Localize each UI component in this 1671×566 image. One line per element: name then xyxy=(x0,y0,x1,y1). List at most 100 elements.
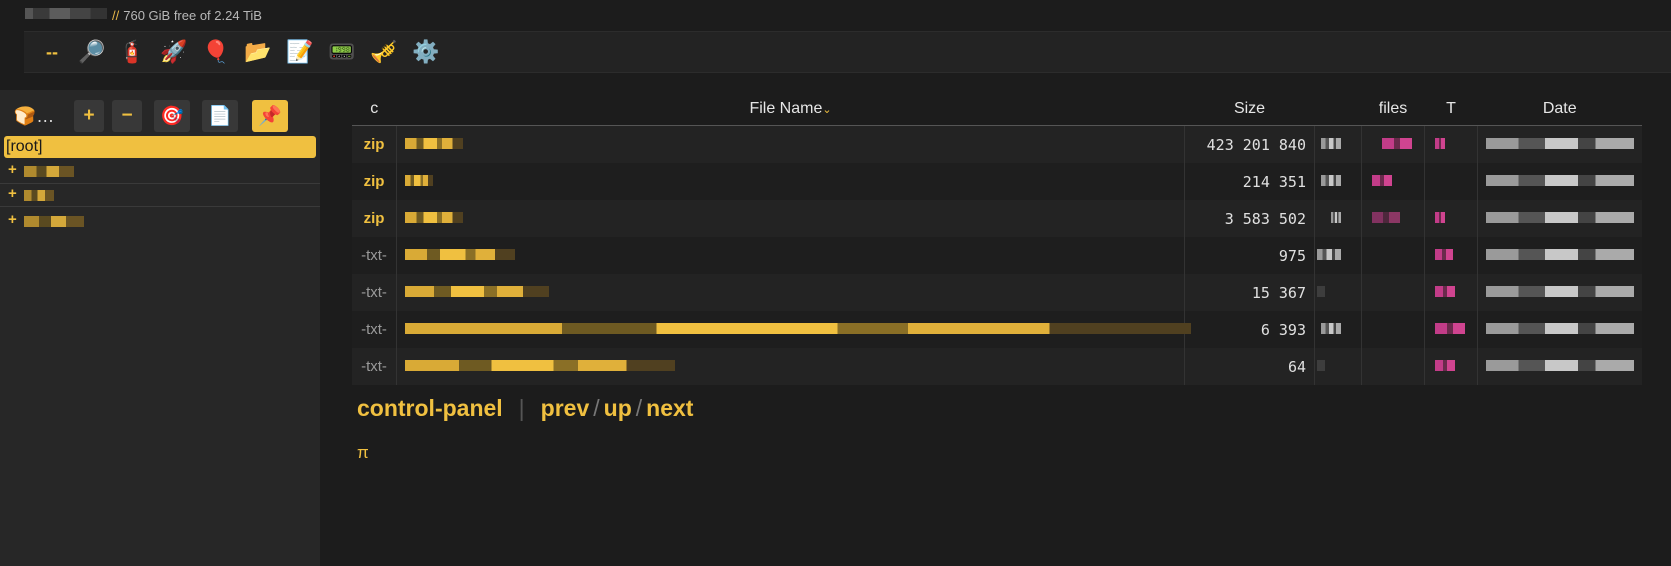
redacted-cell xyxy=(1314,311,1362,348)
redacted-text xyxy=(1486,286,1634,297)
file-name-redacted[interactable] xyxy=(396,163,1185,200)
table-row[interactable]: -txt- 975 xyxy=(352,237,1642,274)
redacted-tag xyxy=(1435,138,1445,149)
file-type: zip xyxy=(352,163,397,200)
target-icon[interactable]: 🎯 xyxy=(154,100,190,132)
file-name-header-label: File Name xyxy=(749,100,823,117)
redacted-cell xyxy=(1424,200,1478,237)
redacted-cell xyxy=(1314,237,1362,274)
gear-icon[interactable]: ⚙️ xyxy=(410,36,442,68)
redacted-text xyxy=(1486,249,1634,260)
pin-icon[interactable]: 📌 xyxy=(252,100,288,132)
file-name-redacted[interactable] xyxy=(396,274,1185,311)
table-row[interactable]: -txt- 6 393 xyxy=(352,311,1642,348)
redacted-cell xyxy=(1424,163,1478,200)
dashes-icon[interactable]: -- xyxy=(36,36,68,68)
trumpet-icon[interactable]: 🎺 xyxy=(368,36,400,68)
terminal-icon[interactable]: 📟 xyxy=(326,36,358,68)
redacted-text xyxy=(405,212,463,223)
redacted-text xyxy=(1486,323,1634,334)
file-type: zip xyxy=(352,200,397,237)
folder-icon[interactable]: 📂 xyxy=(242,36,274,68)
redacted-text xyxy=(1321,175,1341,186)
redacted-text xyxy=(1331,212,1341,223)
collapse-button[interactable]: − xyxy=(112,100,142,132)
tree-root[interactable]: [root] xyxy=(4,136,316,158)
nav-slash: / xyxy=(635,395,643,421)
fire-extinguisher-icon[interactable]: 🧯 xyxy=(116,36,148,68)
file-name-redacted[interactable] xyxy=(396,311,1191,348)
tree-sidebar: 🍞… + − 🎯 📄 📌 [root] + + + xyxy=(0,90,320,566)
column-header-file-name[interactable]: File Name⌄ xyxy=(396,93,1185,126)
redacted-text xyxy=(405,175,433,186)
file-table: c File Name⌄ Size files T Date zip 423 2… xyxy=(352,93,1642,385)
file-name-redacted[interactable] xyxy=(396,200,1185,237)
file-size: 15 367 xyxy=(1184,274,1315,311)
column-header-c[interactable]: c xyxy=(352,93,397,126)
prev-link[interactable]: prev xyxy=(541,395,590,421)
file-name-redacted[interactable] xyxy=(396,348,1185,385)
up-link[interactable]: up xyxy=(604,395,632,421)
table-row[interactable]: zip 3 583 502 xyxy=(352,200,1642,237)
column-header-date[interactable]: Date xyxy=(1477,93,1642,126)
next-link[interactable]: next xyxy=(646,395,693,421)
redacted-text xyxy=(405,286,549,297)
expand-node-icon[interactable]: + xyxy=(8,161,17,178)
divider xyxy=(0,206,320,207)
redacted-cell xyxy=(1424,237,1478,274)
column-header-t[interactable]: T xyxy=(1424,93,1478,126)
expand-button[interactable]: + xyxy=(74,100,104,132)
table-header-row: c File Name⌄ Size files T Date xyxy=(352,93,1642,126)
table-row[interactable]: zip 423 201 840 xyxy=(352,125,1642,163)
redacted-cell xyxy=(1361,348,1425,385)
pi-link[interactable]: π xyxy=(357,443,369,463)
redacted-text xyxy=(1321,138,1341,149)
notepad-icon[interactable]: 📝 xyxy=(284,36,316,68)
redacted-cell xyxy=(1424,274,1478,311)
redacted-date xyxy=(1477,125,1642,163)
column-header-files[interactable]: files xyxy=(1361,93,1425,126)
file-type: -txt- xyxy=(352,311,397,348)
tree-node[interactable]: + xyxy=(0,184,320,206)
bread-button[interactable]: 🍞… xyxy=(8,100,60,132)
redacted-text xyxy=(405,249,515,260)
tree-node-label-redacted xyxy=(24,216,84,227)
file-size: 214 351 xyxy=(1184,163,1315,200)
redacted-date xyxy=(1477,274,1642,311)
redacted-text xyxy=(1317,360,1325,371)
balloon-icon[interactable]: 🎈 xyxy=(200,36,232,68)
file-type: -txt- xyxy=(352,274,397,311)
table-row[interactable]: -txt- 64 xyxy=(352,348,1642,385)
disk-free-label: 760 GiB free of 2.24 TiB xyxy=(123,8,262,23)
redacted-cell xyxy=(1314,274,1362,311)
redacted-cell xyxy=(1424,348,1478,385)
sort-arrow-icon: ⌄ xyxy=(822,104,832,116)
redacted-cell xyxy=(1361,125,1425,163)
redacted-cell xyxy=(1314,348,1362,385)
table-row[interactable]: zip 214 351 xyxy=(352,163,1642,200)
file-type: zip xyxy=(352,125,397,163)
tree-node[interactable]: + xyxy=(0,160,320,182)
redacted-cell xyxy=(1361,311,1425,348)
redacted-cell xyxy=(1361,237,1425,274)
table-row[interactable]: -txt- 15 367 xyxy=(352,274,1642,311)
redacted-text xyxy=(405,360,675,371)
redacted-tag xyxy=(1435,212,1445,223)
redacted-cell xyxy=(1361,274,1425,311)
expand-node-icon[interactable]: + xyxy=(8,185,17,202)
rocket-icon[interactable]: 🚀 xyxy=(158,36,190,68)
redacted-date xyxy=(1477,237,1642,274)
expand-node-icon[interactable]: + xyxy=(8,211,17,228)
column-header-fc[interactable] xyxy=(1314,93,1362,126)
scroll-icon[interactable]: 📄 xyxy=(202,100,238,132)
control-panel-link[interactable]: control-panel xyxy=(357,395,503,421)
search-icon[interactable]: 🔎 xyxy=(76,36,108,68)
tree-node[interactable]: + xyxy=(0,210,320,232)
file-name-redacted[interactable] xyxy=(396,237,1185,274)
redacted-cell xyxy=(1361,200,1425,237)
file-name-redacted[interactable] xyxy=(396,125,1185,163)
column-header-size[interactable]: Size xyxy=(1184,93,1315,126)
file-size: 3 583 502 xyxy=(1184,200,1315,237)
file-size: 423 201 840 xyxy=(1184,125,1315,163)
redacted-text xyxy=(405,323,1191,334)
